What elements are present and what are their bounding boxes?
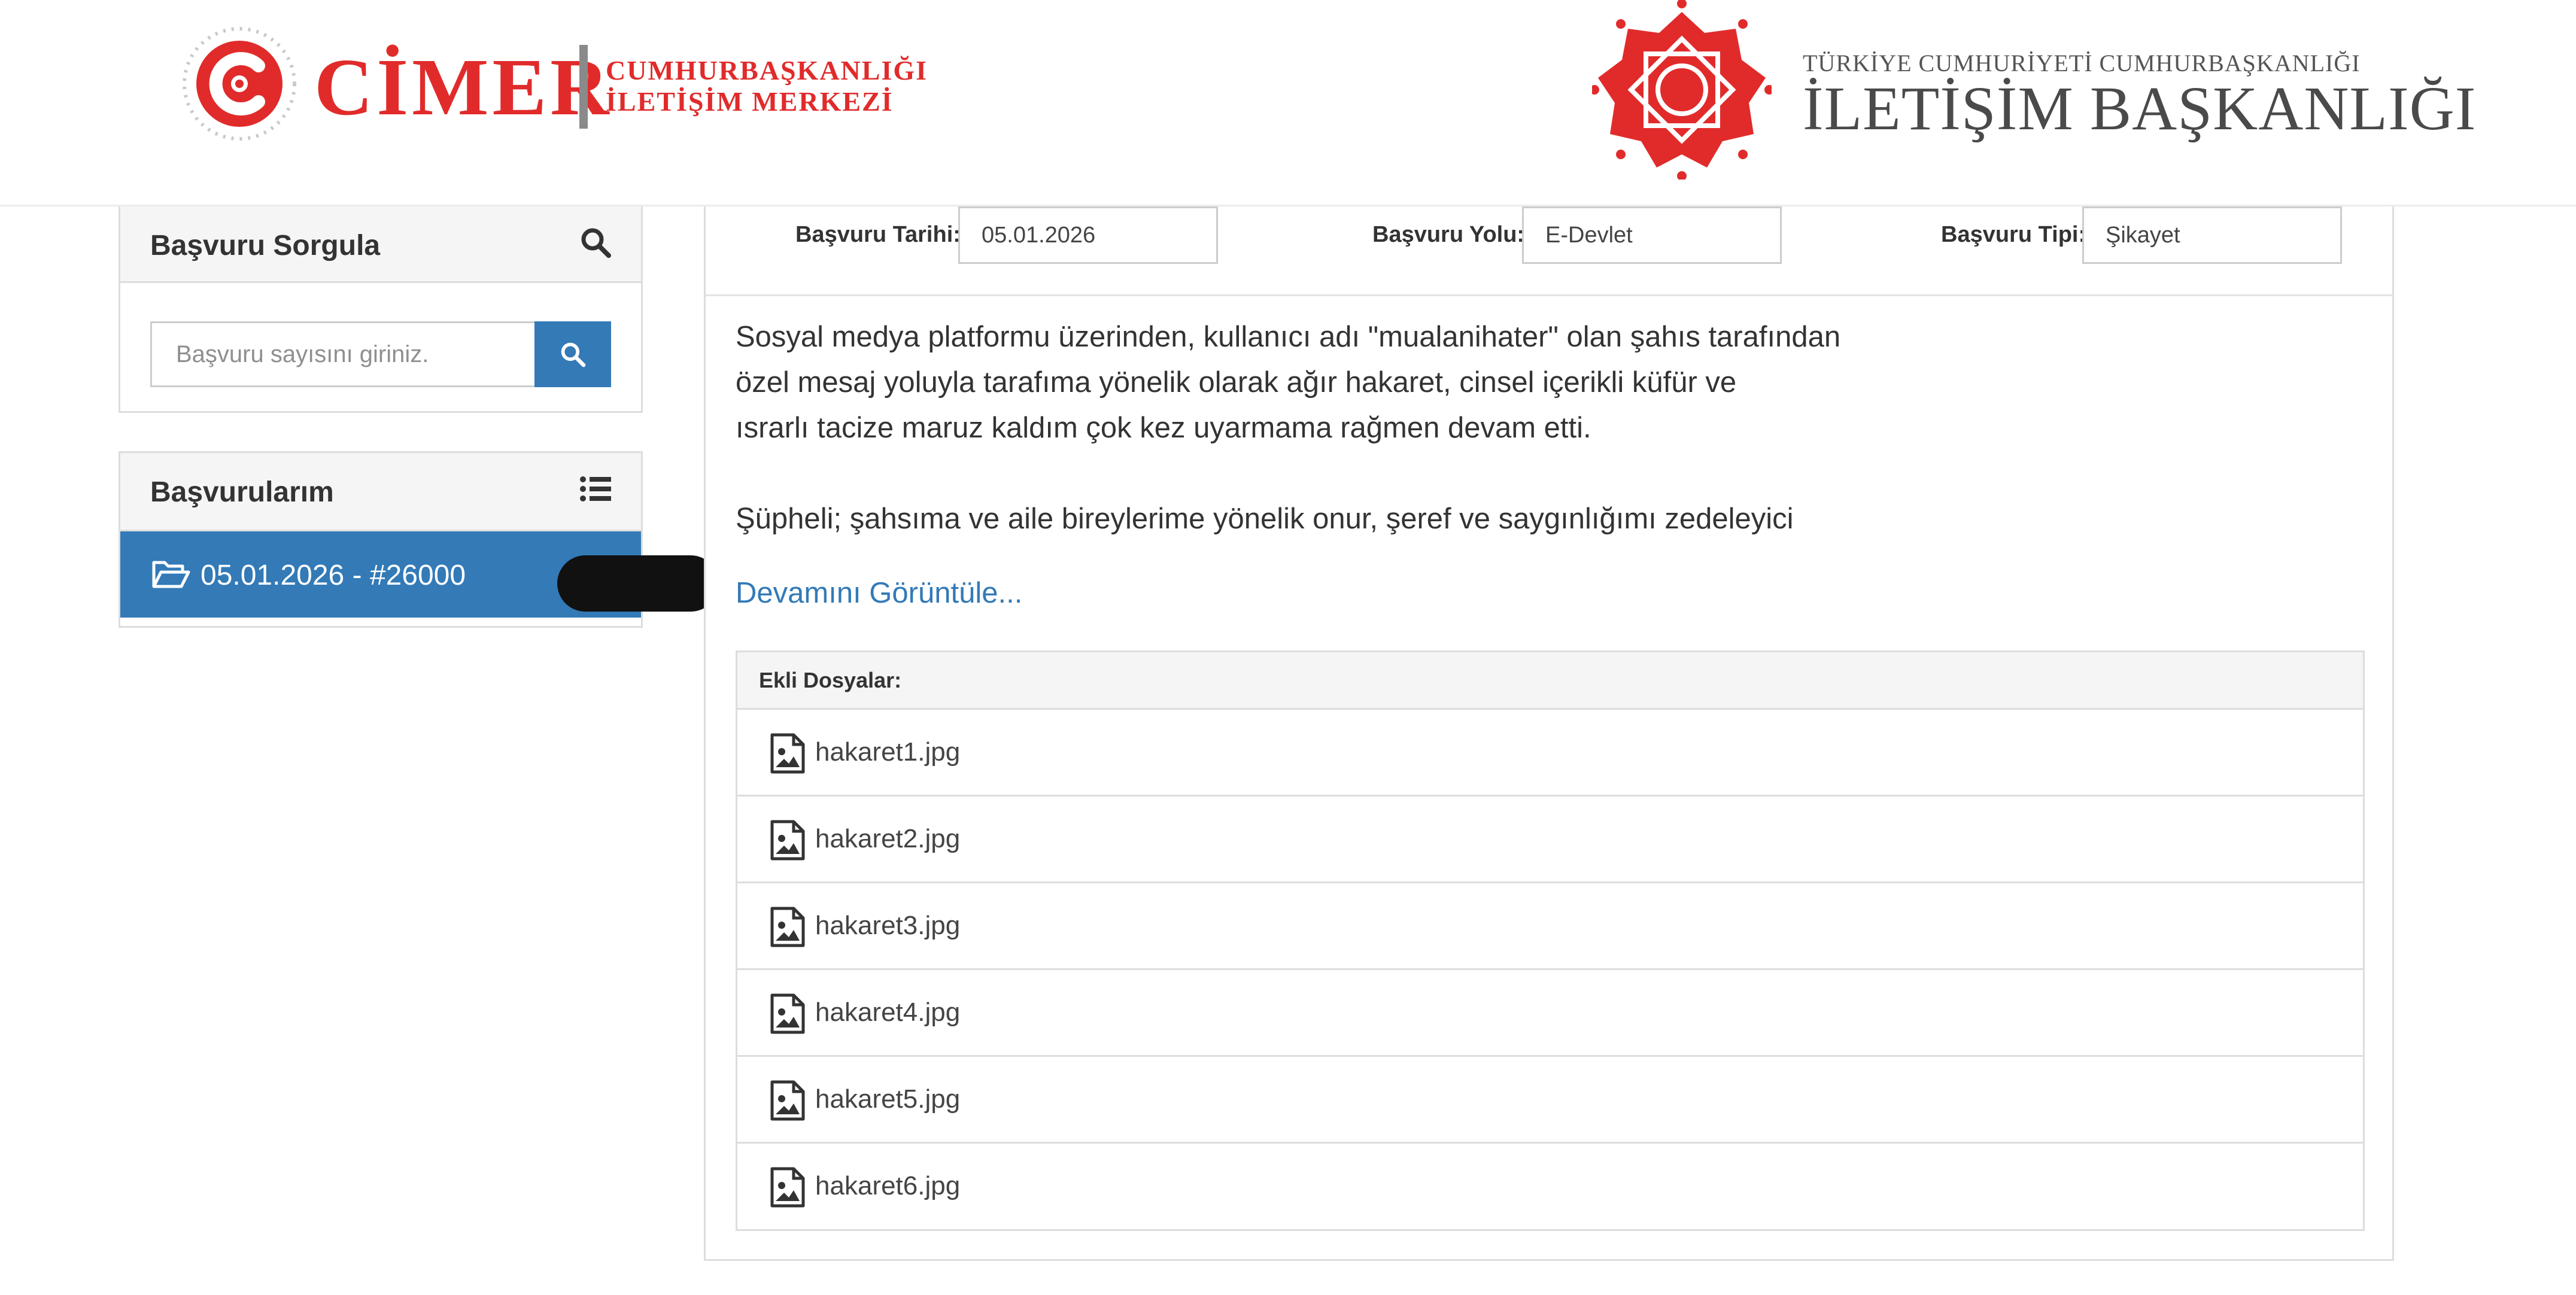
- type-field: Şikayet: [2082, 206, 2342, 264]
- application-list-item[interactable]: 05.01.2026 - #26000: [120, 531, 719, 618]
- image-file-icon: [770, 1080, 805, 1121]
- attachment-filename[interactable]: hakaret6.jpg: [815, 1171, 960, 1201]
- cimer-logo[interactable]: CİMER CUMHURBAŞKANLIĞI İLETİŞİM MERKEZİ: [180, 24, 958, 144]
- attachment-row[interactable]: hakaret4.jpg: [737, 970, 2363, 1057]
- image-file-icon: [770, 1167, 805, 1208]
- applications-panel-header: Başvurularım: [120, 453, 641, 531]
- cimer-subtitle-line1: CUMHURBAŞKANLIĞI: [606, 55, 928, 86]
- cimer-emblem-icon: [183, 27, 296, 141]
- attachment-filename[interactable]: hakaret2.jpg: [815, 824, 960, 854]
- image-file-icon: [770, 907, 805, 947]
- application-search-box: [150, 321, 611, 387]
- query-panel-title: Başvuru Sorgula: [150, 230, 381, 262]
- iletisim-logo-title: İLETİŞİM BAŞKANLIĞI: [1803, 74, 2477, 143]
- attachments-header-label: Ekli Dosyalar:: [759, 668, 902, 692]
- applications-panel: Başvurularım 05.01.2026 - #26000: [119, 451, 719, 628]
- description-line: Şüpheli; şahsıma ve aile bireylerime yön…: [736, 503, 1794, 535]
- cimer-wordmark: CİMER: [314, 42, 613, 132]
- application-detail-panel: Başvuru Tarihi: 05.01.2026 Başvuru Yolu:…: [704, 206, 2394, 1261]
- attachment-filename[interactable]: hakaret3.jpg: [815, 911, 960, 941]
- folder-open-icon: [152, 561, 190, 588]
- image-file-icon: [770, 820, 805, 861]
- cimer-subtitle-line2: İLETİŞİM MERKEZİ: [606, 86, 894, 117]
- site-header: CİMER CUMHURBAŞKANLIĞI İLETİŞİM MERKEZİ: [0, 0, 2576, 206]
- iletisim-baskanligi-logo[interactable]: TÜRKİYE CUMHURİYETİ CUMHURBAŞKANLIĞI İLE…: [1592, 0, 2475, 180]
- cimer-subtitle: CUMHURBAŞKANLIĞI İLETİŞİM MERKEZİ: [606, 55, 928, 117]
- attachment-filename[interactable]: hakaret5.jpg: [815, 1084, 960, 1114]
- image-file-icon: [770, 993, 805, 1034]
- date-label: Başvuru Tarihi:: [795, 222, 961, 247]
- application-number-input[interactable]: [152, 323, 534, 385]
- image-file-icon: [770, 733, 805, 774]
- description-line: özel mesaj yoluyla tarafıma yönelik olar…: [736, 366, 1737, 399]
- attachments-panel: Ekli Dosyalar: hakaret1.jpg hakaret2.jpg h…: [736, 650, 2365, 1231]
- attachment-row[interactable]: hakaret5.jpg: [737, 1057, 2363, 1144]
- description-line: Sosyal medya platformu üzerinden, kullan…: [736, 321, 1841, 353]
- attachment-row[interactable]: hakaret2.jpg: [737, 797, 2363, 883]
- application-description: Sosyal medya platformu üzerinden, kullan…: [736, 314, 1873, 554]
- attachment-row[interactable]: hakaret3.jpg: [737, 883, 2363, 970]
- attachment-filename[interactable]: hakaret1.jpg: [815, 737, 960, 767]
- date-field: 05.01.2026: [958, 206, 1218, 264]
- iletisim-emblem-icon: [1592, 0, 1772, 180]
- logo-divider: [579, 45, 588, 129]
- query-panel-header: Başvuru Sorgula: [120, 206, 641, 283]
- query-panel: Başvuru Sorgula: [119, 206, 643, 413]
- route-label: Başvuru Yolu:: [1372, 222, 1525, 247]
- application-item-label: 05.01.2026 - #26000: [201, 560, 466, 591]
- type-label: Başvuru Tipi:: [1941, 222, 2086, 247]
- redaction-mark: [557, 555, 719, 612]
- attachment-row[interactable]: hakaret1.jpg: [737, 710, 2363, 797]
- description-line: ısrarlı tacize maruz kaldım çok kez uyar…: [736, 412, 1591, 444]
- search-icon: [581, 228, 611, 258]
- route-field: E-Devlet: [1522, 206, 1782, 264]
- search-icon: [561, 342, 586, 367]
- applications-panel-title: Başvurularım: [150, 476, 334, 508]
- attachment-filename[interactable]: hakaret4.jpg: [815, 998, 960, 1028]
- list-icon: [580, 476, 611, 501]
- show-more-link[interactable]: Devamını Görüntüle...: [736, 576, 1022, 610]
- attachment-row[interactable]: hakaret6.jpg: [737, 1144, 2363, 1230]
- search-button[interactable]: [534, 321, 611, 387]
- application-meta-row: Başvuru Tarihi: 05.01.2026 Başvuru Yolu:…: [706, 206, 2392, 296]
- attachments-header: Ekli Dosyalar:: [737, 652, 2363, 710]
